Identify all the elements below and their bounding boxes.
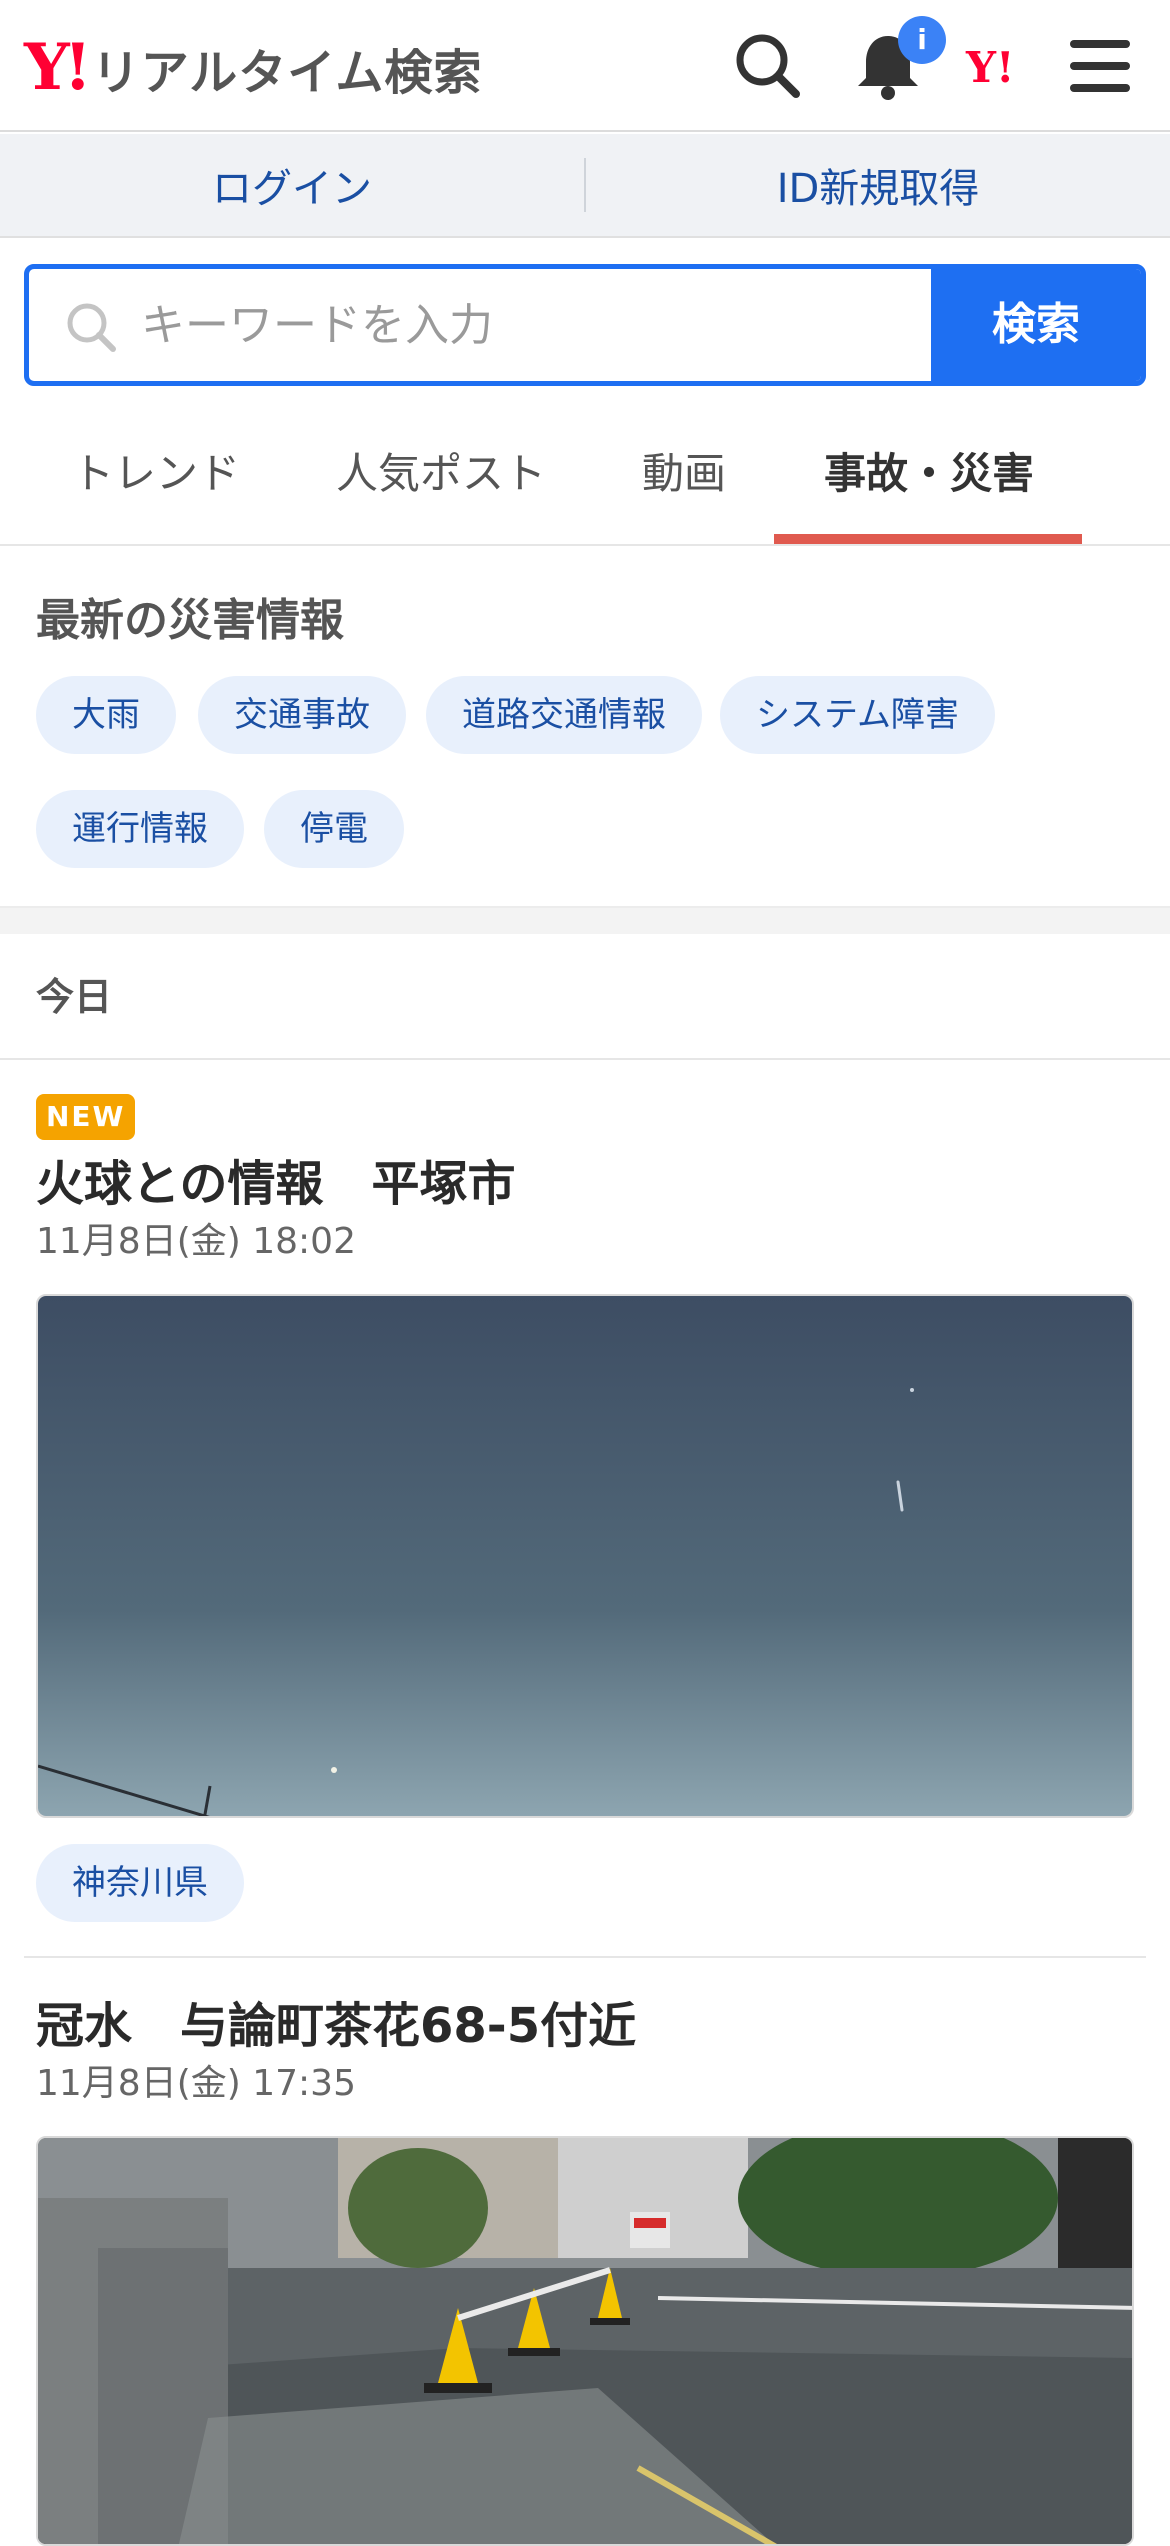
register-link[interactable]: ID新規取得: [586, 156, 1170, 214]
svg-text:Y!: Y!: [965, 43, 1014, 92]
app-header: Y! リアルタイム検索 i Y!: [0, 0, 1170, 132]
active-tab-indicator: [774, 534, 1082, 544]
auth-bar: ログイン ID新規取得: [0, 134, 1170, 238]
login-link[interactable]: ログイン: [0, 156, 584, 214]
post-timestamp: 11月8日(金) 17:35: [36, 2063, 356, 2104]
site-logo[interactable]: Y! リアルタイム検索: [24, 28, 482, 108]
tab-popular-posts[interactable]: 人気ポスト: [336, 440, 546, 501]
chip-location-tag[interactable]: 神奈川県: [36, 1844, 244, 1922]
search-box: 検索: [24, 264, 1146, 386]
tab-accidents-disasters[interactable]: 事故・災害: [824, 440, 1034, 501]
flooded-street-image: [38, 2138, 1132, 2544]
chip-service-status[interactable]: 運行情報: [36, 790, 244, 868]
chip-heavy-rain[interactable]: 大雨: [36, 676, 176, 754]
post-image[interactable]: [36, 1294, 1134, 1818]
search-input[interactable]: [29, 269, 935, 381]
menu-icon[interactable]: [1062, 26, 1142, 106]
post-timestamp: 11月8日(金) 18:02: [36, 1221, 356, 1262]
search-icon[interactable]: [728, 26, 808, 106]
new-badge: NEW: [36, 1094, 136, 1140]
notification-badge[interactable]: i: [898, 16, 946, 64]
post-title[interactable]: 火球との情報 平塚市: [36, 1144, 516, 1214]
tab-videos[interactable]: 動画: [642, 440, 726, 501]
day-divider: [0, 1058, 1170, 1060]
post-title[interactable]: 冠水 与論町茶花68-5付近: [36, 1986, 636, 2056]
yahoo-japan-icon[interactable]: Y!: [964, 26, 1044, 106]
day-label: 今日: [36, 975, 113, 1019]
night-sky-image: [38, 1296, 1132, 1816]
tab-trend[interactable]: トレンド: [72, 440, 240, 501]
post-image[interactable]: [36, 2136, 1134, 2546]
chip-traffic-accident[interactable]: 交通事故: [198, 676, 406, 754]
post-divider: [24, 1956, 1146, 1958]
chip-system-failure[interactable]: システム障害: [720, 676, 995, 754]
section-separator: [0, 906, 1170, 934]
search-button[interactable]: 検索: [931, 269, 1141, 381]
category-tabs: トレンド 人気ポスト 動画 事故・災害: [0, 400, 1170, 546]
chip-road-traffic[interactable]: 道路交通情報: [426, 676, 702, 754]
yahoo-logo-mark: Y!: [24, 30, 92, 105]
site-title: リアルタイム検索: [91, 45, 483, 101]
chip-power-outage[interactable]: 停電: [264, 790, 404, 868]
disaster-section-title: 最新の災害情報: [36, 595, 344, 646]
